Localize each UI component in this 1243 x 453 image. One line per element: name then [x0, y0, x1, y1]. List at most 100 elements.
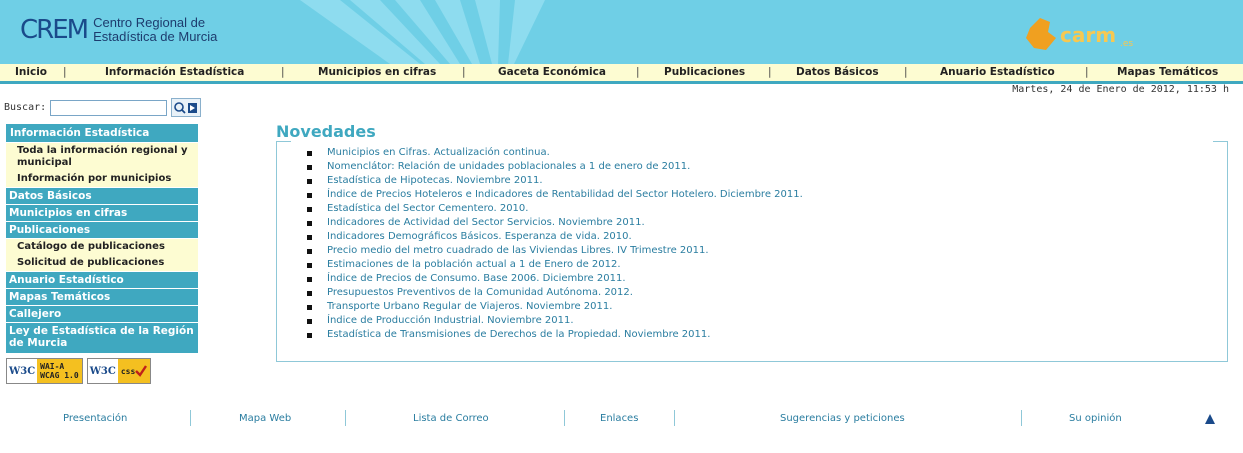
bullet-icon: [307, 277, 312, 282]
news-link[interactable]: Estadística de Hipotecas. Noviembre 2011…: [327, 175, 543, 186]
wai-label-line2: WCAG 1.0: [40, 371, 79, 380]
nav-informacion-estadistica[interactable]: Información Estadística: [105, 66, 244, 78]
sidebar-subitem-informacion-municipios[interactable]: Información por municipios: [6, 171, 198, 187]
footer-link-su-opinion[interactable]: Su opinión: [1069, 413, 1122, 424]
news-link[interactable]: Índice de Producción Industrial. Noviemb…: [327, 315, 574, 326]
wai-label-line1: WAI-A: [40, 362, 65, 371]
footer-divider: [190, 410, 191, 426]
crem-logo[interactable]: CREM Centro Regional de Estadística de M…: [20, 10, 217, 50]
sidebar-subitem-toda-informacion[interactable]: Toda la información regional y municipal: [6, 143, 198, 171]
logo-line-1: Centro Regional de: [93, 15, 206, 30]
list-item[interactable]: Indicadores de Actividad del Sector Serv…: [307, 216, 803, 230]
footer-divider: [1021, 410, 1022, 426]
footer-divider: [674, 410, 675, 426]
list-item[interactable]: Presupuestos Preventivos de la Comunidad…: [307, 286, 803, 300]
nav-mapas-tematicos[interactable]: Mapas Temáticos: [1117, 66, 1218, 78]
footer-divider: [564, 410, 565, 426]
list-item[interactable]: Precio medio del metro cuadrado de las V…: [307, 244, 803, 258]
footer-link-enlaces[interactable]: Enlaces: [600, 413, 638, 424]
nav-separator: |: [768, 66, 772, 78]
news-link[interactable]: Transporte Urbano Regular de Viajeros. N…: [327, 301, 612, 312]
accessibility-badges: W3C WAI-A WCAG 1.0 W3C css: [6, 358, 152, 384]
bullet-icon: [307, 305, 312, 310]
bullet-icon: [307, 263, 312, 268]
site-header: CREM Centro Regional de Estadística de M…: [0, 0, 1243, 64]
nav-separator: |: [281, 66, 285, 78]
crem-logo-mark: CREM: [20, 15, 89, 45]
carm-logo[interactable]: carm .es: [1020, 8, 1170, 58]
news-link[interactable]: Presupuestos Preventivos de la Comunidad…: [327, 287, 633, 298]
nav-municipios-en-cifras[interactable]: Municipios en cifras: [318, 66, 436, 78]
nav-separator: |: [904, 66, 908, 78]
news-link[interactable]: Indicadores de Actividad del Sector Serv…: [327, 217, 645, 228]
list-item[interactable]: Municipios en Cifras. Actualización cont…: [307, 146, 803, 160]
bullet-icon: [307, 333, 312, 338]
nav-separator: |: [63, 66, 67, 78]
sidebar-item-datos-basicos[interactable]: Datos Básicos: [6, 188, 198, 204]
news-link[interactable]: Estimaciones de la población actual a 1 …: [327, 259, 621, 270]
news-link[interactable]: Municipios en Cifras. Actualización cont…: [327, 147, 550, 158]
svg-text:.es: .es: [1120, 39, 1133, 49]
footer-link-presentacion[interactable]: Presentación: [63, 413, 127, 424]
sidebar-item-publicaciones[interactable]: Publicaciones: [6, 222, 198, 238]
list-item[interactable]: Estimaciones de la población actual a 1 …: [307, 258, 803, 272]
css-label-text: css: [120, 366, 136, 376]
news-link[interactable]: Precio medio del metro cuadrado de las V…: [327, 245, 709, 256]
sidebar-item-ley-estadistica[interactable]: Ley de Estadística de la Región de Murci…: [6, 323, 198, 351]
list-item[interactable]: Estadística del Sector Cementero. 2010.: [307, 202, 803, 216]
nav-separator: |: [636, 66, 640, 78]
arrow-up-icon[interactable]: [1205, 414, 1215, 424]
crem-logo-text: Centro Regional de Estadística de Murcia: [93, 16, 217, 44]
news-link[interactable]: Nomenclátor: Relación de unidades poblac…: [327, 161, 690, 172]
footer-link-sugerencias[interactable]: Sugerencias y peticiones: [780, 413, 905, 424]
list-item[interactable]: Índice de Producción Industrial. Noviemb…: [307, 314, 803, 328]
bullet-icon: [307, 221, 312, 226]
sidebar-item-municipios-cifras[interactable]: Municipios en cifras: [6, 205, 198, 221]
css-label: css: [117, 359, 151, 383]
nav-separator: |: [462, 66, 466, 78]
news-link[interactable]: Índice de Precios Hoteleros e Indicadore…: [327, 189, 803, 200]
nav-datos-basicos[interactable]: Datos Básicos: [796, 66, 879, 78]
sidebar-subitem-solicitud[interactable]: Solicitud de publicaciones: [6, 255, 198, 271]
bullet-icon: [307, 291, 312, 296]
w3c-logo: W3C: [7, 365, 38, 377]
list-item[interactable]: Índice de Precios de Consumo. Base 2006.…: [307, 272, 803, 286]
wai-a-badge[interactable]: W3C WAI-A WCAG 1.0: [6, 358, 83, 384]
news-link[interactable]: Indicadores Demográficos Básicos. Espera…: [327, 231, 632, 242]
nav-gaceta-economica[interactable]: Gaceta Económica: [498, 66, 606, 78]
sidebar-menu: Información Estadística Toda la informac…: [6, 124, 198, 353]
wai-label: WAI-A WCAG 1.0: [37, 359, 82, 383]
site-footer: Presentación Mapa Web Lista de Correo En…: [0, 410, 1243, 430]
list-item[interactable]: Estadística de Hipotecas. Noviembre 2011…: [307, 174, 803, 188]
sidebar-item-informacion-estadistica[interactable]: Información Estadística: [6, 124, 198, 142]
search-button[interactable]: [171, 98, 202, 117]
nav-inicio[interactable]: Inicio: [15, 66, 47, 78]
news-panel: Municipios en Cifras. Actualización cont…: [276, 141, 1228, 362]
header-rays-decoration: [300, 0, 545, 64]
list-item[interactable]: Transporte Urbano Regular de Viajeros. N…: [307, 300, 803, 314]
list-item[interactable]: Estadística de Transmisiones de Derechos…: [307, 328, 803, 342]
news-link[interactable]: Estadística de Transmisiones de Derechos…: [327, 329, 710, 340]
footer-link-lista-correo[interactable]: Lista de Correo: [413, 413, 489, 424]
sidebar-item-anuario[interactable]: Anuario Estadístico: [6, 272, 198, 288]
bullet-icon: [307, 235, 312, 240]
list-item[interactable]: Nomenclátor: Relación de unidades poblac…: [307, 160, 803, 174]
news-link[interactable]: Estadística del Sector Cementero. 2010.: [327, 203, 528, 214]
css-badge[interactable]: W3C css: [86, 358, 152, 384]
list-item[interactable]: Indicadores Demográficos Básicos. Espera…: [307, 230, 803, 244]
sidebar-subitem-catalogo[interactable]: Catálogo de publicaciones: [6, 239, 198, 255]
nav-publicaciones[interactable]: Publicaciones: [664, 66, 745, 78]
bullet-icon: [307, 249, 312, 254]
footer-link-mapa-web[interactable]: Mapa Web: [239, 413, 291, 424]
page-title: Novedades: [276, 122, 376, 141]
search-input[interactable]: [50, 99, 168, 116]
sidebar-item-mapas[interactable]: Mapas Temáticos: [6, 289, 198, 305]
footer-divider: [345, 410, 346, 426]
bullet-icon: [307, 193, 312, 198]
checkmark-icon: [135, 365, 148, 377]
bullet-icon: [307, 319, 312, 324]
sidebar-item-callejero[interactable]: Callejero: [6, 306, 198, 322]
list-item[interactable]: Índice de Precios Hoteleros e Indicadore…: [307, 188, 803, 202]
news-link[interactable]: Índice de Precios de Consumo. Base 2006.…: [327, 273, 626, 284]
nav-anuario-estadistico[interactable]: Anuario Estadístico: [940, 66, 1055, 78]
